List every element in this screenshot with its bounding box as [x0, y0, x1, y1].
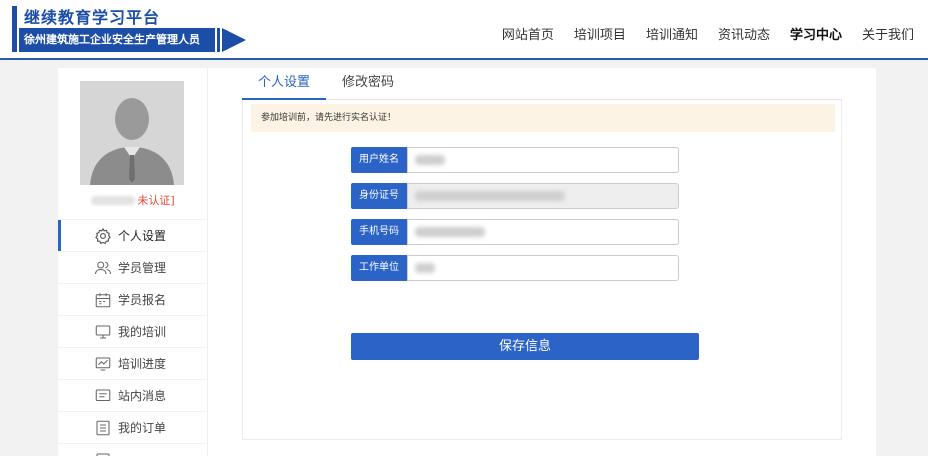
sidebar-menu: 个人设置 学员管理 学员报名 我的培训 培训进度 站内消息 我的订单	[58, 219, 208, 456]
sidebar-item-label: 学员报名	[118, 293, 167, 307]
id-number-field[interactable]	[407, 183, 679, 209]
site-header: 继续教育学习平台 徐州建筑施工企业安全生产管理人员 网站首页 培训项目 培训通知…	[0, 0, 928, 60]
sidebar-item-site-messages[interactable]: 站内消息	[58, 379, 208, 411]
tab-personal-settings[interactable]: 个人设置	[242, 68, 326, 100]
users-icon	[94, 259, 112, 277]
logo-bar	[12, 6, 17, 52]
company-field[interactable]	[407, 255, 679, 281]
gear-icon	[94, 227, 112, 245]
phone-label: 手机号码	[351, 219, 407, 245]
nav-home[interactable]: 网站首页	[502, 24, 554, 43]
logo-arrow-icon	[222, 28, 246, 52]
settings-panel: 参加培训前，请先进行实名认证！ 用户姓名 身份证号 手机号码 工作单位 保存信息	[242, 100, 842, 440]
sidebar-item-label: 我的订单	[118, 421, 167, 435]
sidebar-item-training-progress[interactable]: 培训进度	[58, 347, 208, 379]
name-field[interactable]	[407, 147, 679, 173]
nav-learning-center[interactable]: 学习中心	[790, 24, 842, 43]
name-label: 用户姓名	[351, 147, 407, 173]
verify-status: 未认证]	[58, 192, 208, 208]
chart-icon	[94, 355, 112, 373]
sidebar-item-label: 个人设置	[118, 229, 167, 243]
calendar-icon	[94, 291, 112, 309]
more-icon	[94, 451, 112, 456]
content-area: 个人设置 修改密码 参加培训前，请先进行实名认证！ 用户姓名 身份证号 手机号码	[242, 68, 842, 440]
main-container: 未认证] 个人设置 学员管理 学员报名 我的培训 培训进度 站内消息 我的订单 …	[58, 68, 876, 456]
sidebar-item-label: 站内消息	[118, 389, 167, 403]
tab-change-password[interactable]: 修改密码	[326, 68, 410, 100]
avatar	[80, 81, 184, 185]
sidebar-item-more[interactable]	[58, 443, 208, 456]
phone-field[interactable]	[407, 219, 679, 245]
sidebar-item-label: 培训进度	[118, 357, 167, 371]
site-subtitle: 徐州建筑施工企业安全生产管理人员	[19, 28, 215, 52]
phone-row: 手机号码	[351, 219, 679, 245]
monitor-icon	[94, 323, 112, 341]
sidebar-item-label: 我的培训	[118, 325, 167, 339]
message-icon	[94, 387, 112, 405]
main-nav: 网站首页 培训项目 培训通知 资讯动态 学习中心 关于我们	[502, 24, 914, 43]
company-label: 工作单位	[351, 255, 407, 281]
sidebar-item-label: 学员管理	[118, 261, 167, 275]
sidebar-item-student-management[interactable]: 学员管理	[58, 251, 208, 283]
nav-news[interactable]: 资讯动态	[718, 24, 770, 43]
name-row: 用户姓名	[351, 147, 679, 173]
sidebar-item-student-registration[interactable]: 学员报名	[58, 283, 208, 315]
nav-about-us[interactable]: 关于我们	[862, 24, 914, 43]
verify-link[interactable]: 未认证]	[137, 194, 174, 207]
site-title: 继续教育学习平台	[24, 8, 161, 27]
avatar-silhouette-icon	[80, 81, 184, 185]
list-icon	[94, 419, 112, 437]
company-row: 工作单位	[351, 255, 679, 281]
sidebar-item-personal-settings[interactable]: 个人设置	[58, 219, 208, 252]
sidebar: 未认证] 个人设置 学员管理 学员报名 我的培训 培训进度 站内消息 我的订单	[58, 68, 208, 456]
tab-bar: 个人设置 修改密码	[242, 68, 842, 100]
save-info-button[interactable]: 保存信息	[351, 333, 699, 360]
id-row: 身份证号	[351, 183, 679, 209]
nav-training-projects[interactable]: 培训项目	[574, 24, 626, 43]
logo-stripe	[217, 28, 220, 52]
masked-username	[91, 195, 136, 205]
nav-training-notices[interactable]: 培训通知	[646, 24, 698, 43]
verification-notice: 参加培训前，请先进行实名认证！	[251, 104, 835, 132]
sidebar-item-my-training[interactable]: 我的培训	[58, 315, 208, 347]
id-label: 身份证号	[351, 183, 407, 209]
sidebar-item-my-orders[interactable]: 我的订单	[58, 411, 208, 443]
